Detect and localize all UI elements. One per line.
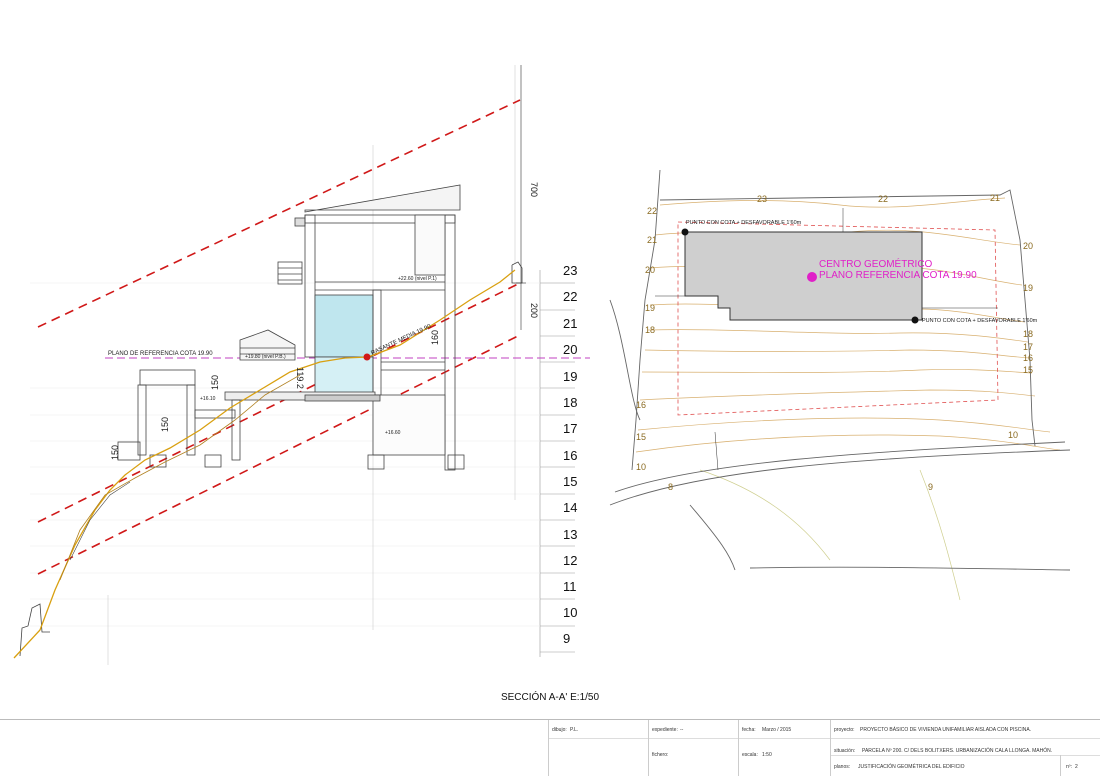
dibujo-value: P.L. (570, 727, 579, 733)
level-18: 18 (563, 395, 577, 410)
section-title: SECCIÓN A-A' E:1/50 (500, 692, 600, 703)
dim-150-c: 150 (110, 445, 120, 460)
fecha-label: fecha: (742, 727, 756, 733)
reference-plane-label: PLANO DE REFERENCIA COTA 19.90 (108, 351, 213, 357)
unfavourable-point-1 (681, 228, 689, 236)
terrain-profile (13, 269, 516, 659)
dim-119: 119.2 (295, 367, 305, 389)
proyecto-value: PROYECTO BÁSICO DE VIVIENDA UNIFAMILIAR … (860, 727, 1032, 733)
level-14: 14 (563, 500, 577, 515)
note-3: +16.10 (200, 396, 216, 402)
fecha-value: Marzo / 2015 (762, 727, 792, 733)
dim-150-b: 150 (160, 417, 170, 432)
sheet-number-label: nº: (1066, 764, 1072, 770)
expediente-value: -- (680, 727, 684, 733)
level-9: 9 (563, 631, 570, 646)
situacion-label: situación: (834, 748, 856, 754)
contour-17-right: 17 (1023, 342, 1033, 352)
level-16: 16 (563, 448, 577, 463)
planos-label: planos: (834, 764, 851, 770)
center-label-2: PLANO REFERENCIA COTA 19.90 (819, 270, 977, 281)
level-15: 15 (563, 474, 577, 489)
contour-22: 22 (878, 194, 888, 204)
level-21: 21 (563, 316, 577, 331)
level-labels: 23 22 21 20 19 18 17 16 15 14 13 12 11 1… (563, 263, 577, 646)
fichero-label: fichero: (652, 752, 669, 758)
contour-23: 23 (757, 194, 767, 204)
level-23: 23 (563, 263, 577, 278)
rasante-label: RASANTE MEDIA 19.90 (370, 323, 432, 356)
contour-21-left: 21 (647, 235, 657, 245)
contour-21-top: 21 (990, 193, 1000, 203)
dim-160: 160 (430, 330, 440, 345)
contour-9: 9 (928, 482, 933, 492)
contour-16-right: 16 (1023, 353, 1033, 363)
note-2: +19.80 (nivel P.B.) (245, 354, 286, 360)
level-12: 12 (563, 553, 577, 568)
plan-view: PUNTO CON COTA + DESFAVORABLE 1'60m PUNT… (609, 169, 1071, 601)
contour-19-right: 19 (1023, 283, 1033, 293)
level-22: 22 (563, 289, 577, 304)
level-11: 11 (563, 579, 577, 594)
situacion-value: PARCELA Nº 200. C/ DELS BOLITXERS. URBAN… (862, 748, 1053, 754)
contour-15-left: 15 (636, 432, 646, 442)
point-label-1: PUNTO CON COTA + DESFAVORABLE 1'60m (686, 220, 802, 226)
sheet-number: 2 (1075, 764, 1078, 770)
contour-10-left: 10 (636, 462, 646, 472)
contour-10-right: 10 (1008, 430, 1018, 440)
escala-value: 1:50 (762, 752, 772, 758)
center-label-1: CENTRO GEOMÉTRICO (819, 257, 933, 270)
level-13: 13 (563, 527, 577, 542)
level-17: 17 (563, 421, 577, 436)
dim-700: 700 (529, 182, 539, 197)
escala-label: escala: (742, 752, 758, 758)
level-grid (30, 270, 575, 657)
contour-19-left: 19 (645, 303, 655, 313)
dim-150-a: 150 (210, 375, 220, 390)
note-1: +22.60 (nivel P.1) (398, 276, 437, 282)
level-19: 19 (563, 369, 577, 384)
proyecto-label: proyecto: (834, 727, 855, 733)
planos-value: JUSTIFICACIÓN GEOMÉTRICA DEL EDIFICIO (858, 764, 965, 770)
contour-8: 8 (668, 482, 673, 492)
point-label-2: PUNTO CON COTA + DESFAVORABLE 1'60m (922, 318, 1038, 324)
contour-15-right: 15 (1023, 365, 1033, 375)
note-4: +16.60 (385, 430, 401, 436)
section-view: 23 22 21 20 19 18 17 16 15 14 13 12 11 1… (13, 65, 590, 665)
dibujo-label: dibujo: (552, 727, 567, 733)
contour-18-right: 18 (1023, 329, 1033, 339)
contour-16-left: 16 (636, 400, 646, 410)
dim-200: 200 (529, 303, 539, 318)
level-10: 10 (563, 605, 577, 620)
parcel-boundary (609, 169, 1071, 571)
expediente-label: expediente: (652, 727, 678, 733)
geometric-center (807, 272, 817, 282)
contour-18-left: 18 (645, 325, 655, 335)
unfavourable-point-2 (911, 316, 919, 324)
building-section (19, 184, 523, 657)
reference-point-section (363, 353, 371, 361)
level-20: 20 (563, 342, 577, 357)
contour-20-left: 20 (645, 265, 655, 275)
architectural-drawing: 23 22 21 20 19 18 17 16 15 14 13 12 11 1… (13, 65, 1071, 665)
title-block: dibujo: P.L. expediente: -- fecha: Marzo… (0, 719, 1100, 776)
contour-22-left: 22 (647, 206, 657, 216)
contour-20-right: 20 (1023, 241, 1033, 251)
